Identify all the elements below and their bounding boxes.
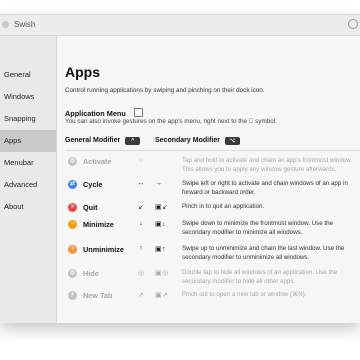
secondary-shortcut[interactable]: ▣↑: [155, 245, 175, 253]
preferences-window: Swish General Windows Snapping Apps Menubar A…: [0, 14, 360, 323]
description-line: secondary modifier to hide all other app…: [182, 277, 296, 285]
description-line: Swipe left or right to activate and chai…: [182, 180, 348, 187]
action-name: Unminimize: [83, 245, 124, 254]
sidebar-item-about[interactable]: About: [0, 196, 56, 218]
action-name: New Tab: [83, 291, 113, 300]
description-line: Swipe up to unminimize and chain the las…: [182, 245, 345, 252]
description-line: Double tap to hide all windows of an app…: [182, 269, 338, 276]
action-description: Double tap to hide all windows of an app…: [182, 269, 337, 286]
action-row-hide: ◎ Hide ◎ ▣◎ Double tap to hide all windows o…: [65, 269, 360, 293]
description-line: Tap and hold to activate and chain an ap…: [182, 157, 353, 164]
description-line: Pinch in to quit an application.: [182, 203, 265, 210]
description-line: forward or backward order.: [182, 188, 256, 196]
gesture-shortcut[interactable]: ↗: [135, 291, 147, 299]
cycle-icon: ⇄: [68, 180, 77, 189]
application-menu-note: You can also invoke gestures on the app'…: [65, 118, 277, 125]
secondary-modifier-header: Secondary Modifier ⌥: [155, 137, 240, 145]
action-row-unminimize: + Unminimize ↑ ▣↑ Swipe up to unminimize and…: [65, 245, 360, 269]
description-line: secondary modifier to unminimize all win…: [182, 253, 310, 261]
secondary-shortcut[interactable]: ▣◎: [155, 269, 175, 277]
gesture-shortcut[interactable]: ↔: [135, 180, 147, 187]
new-tab-icon: +: [68, 291, 77, 300]
sidebar-item-snapping[interactable]: Snapping: [0, 108, 56, 130]
gesture-shortcut[interactable]: ○: [135, 157, 147, 164]
secondary-shortcut[interactable]: →: [155, 180, 175, 187]
action-name: Minimize: [83, 220, 114, 229]
gesture-shortcut[interactable]: ↓: [135, 220, 147, 227]
title-bar: Swish: [0, 15, 360, 36]
action-description: Tap and hold to activate and chain an ap…: [182, 157, 352, 174]
action-description: Pinch out to open a new tab or window (⌘…: [182, 291, 307, 300]
application-menu-label: Application Menu: [65, 109, 126, 118]
gesture-shortcut[interactable]: ↑: [135, 245, 147, 252]
action-row-new-tab: + New Tab ↗ ▣↗ Pinch out to open a new tab o…: [65, 291, 360, 315]
description-line: secondary modifier to minimize all windo…: [182, 228, 303, 236]
page-title: Apps: [65, 64, 100, 80]
minimize-icon: −: [68, 220, 77, 229]
action-description: Pinch in to quit an application.: [182, 203, 264, 212]
action-name: Activate: [83, 157, 112, 166]
window-control-icon[interactable]: [2, 21, 9, 28]
secondary-modifier-key[interactable]: ⌥: [224, 137, 240, 145]
sidebar-item-windows[interactable]: Windows: [0, 86, 56, 108]
description-line: This allows you to apply any window gest…: [182, 165, 337, 173]
secondary-shortcut[interactable]: ▣↙: [155, 203, 175, 211]
gesture-shortcut[interactable]: ↙: [135, 203, 147, 211]
action-name: Hide: [83, 269, 99, 278]
action-name: Cycle: [83, 180, 103, 189]
description-line: Pinch out to open a new tab or window (⌘…: [182, 291, 307, 298]
action-row-activate: ◎ Activate ○ Tap and hold to activate and c…: [65, 157, 360, 181]
sidebar-item-menubar[interactable]: Menubar: [0, 152, 56, 174]
action-description: Swipe down to minimize the frontmost win…: [182, 220, 333, 237]
action-description: Swipe left or right to activate and chai…: [182, 180, 348, 197]
action-row-minimize: − Minimize ↓ ▣↓ Swipe down to minimize the f…: [65, 220, 360, 244]
application-menu-checkbox[interactable]: [134, 108, 144, 117]
titlebar-toggle-icon[interactable]: [348, 19, 358, 29]
general-modifier-key[interactable]: ^: [125, 137, 141, 145]
sidebar-item-general[interactable]: General: [0, 64, 56, 86]
unminimize-icon: +: [68, 245, 77, 254]
sidebar: General Windows Snapping Apps Menubar Advance…: [0, 36, 57, 323]
sidebar-item-apps[interactable]: Apps: [0, 130, 56, 152]
general-modifier-label: General Modifier: [65, 137, 121, 144]
sidebar-item-advanced[interactable]: Advanced: [0, 174, 56, 196]
action-row-cycle: ⇄ Cycle ↔ → Swipe left or right to activate …: [65, 180, 360, 204]
action-name: Quit: [83, 203, 98, 212]
general-modifier-header: General Modifier ^: [65, 137, 141, 145]
page-description: Control running applications by swiping …: [65, 87, 265, 94]
secondary-modifier-label: Secondary Modifier: [155, 137, 220, 144]
secondary-shortcut[interactable]: ▣↓: [155, 220, 175, 228]
activate-icon: ◎: [68, 157, 77, 166]
description-line: Swipe down to minimize the frontmost win…: [182, 220, 333, 227]
hide-icon: ◎: [68, 269, 77, 278]
gesture-shortcut[interactable]: ◎: [135, 269, 147, 277]
secondary-shortcut[interactable]: ▣↗: [155, 291, 175, 299]
quit-icon: ×: [68, 203, 77, 212]
apps-pane: Apps Control running applications by swi…: [57, 36, 360, 323]
divider: [65, 150, 360, 151]
action-description: Swipe up to unminimize and chain the las…: [182, 245, 344, 262]
window-title: Swish: [14, 20, 36, 29]
application-menu-row: Application Menu: [65, 103, 144, 118]
